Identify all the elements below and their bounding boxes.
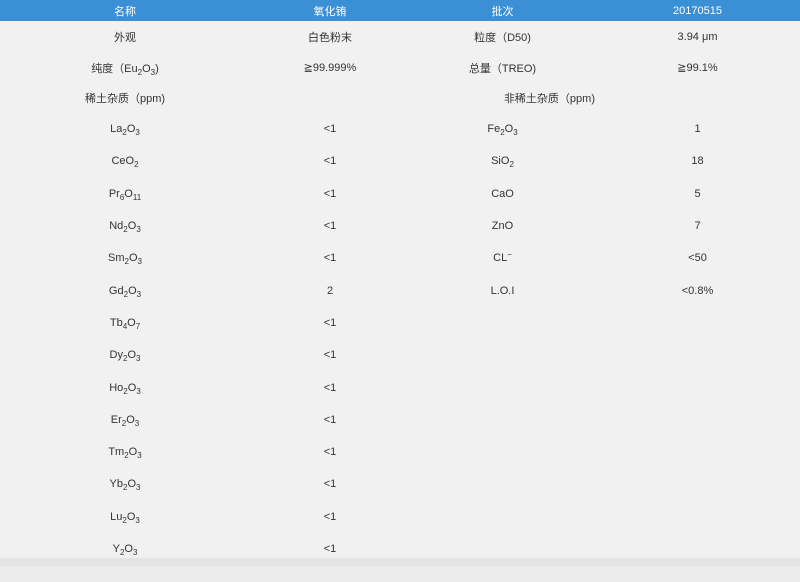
rare-earth-impurity-value: <1 (323, 381, 337, 394)
non-rare-earth-impurity-value: 5 (694, 187, 701, 200)
impurity-row: Gd2O3 2 L.O.I <0.8% (0, 274, 800, 306)
rare-earth-impurity-value: <1 (323, 155, 337, 168)
info-label: 外观 (114, 31, 136, 44)
section-titles: 稀土杂质（ppm) 非稀土杂质（ppm) (0, 83, 800, 113)
rare-earth-impurity-name: Gd2O3 (108, 284, 142, 299)
rare-earth-impurity-value: 2 (326, 284, 334, 297)
non-rare-earth-impurity-value: <0.8% (681, 284, 714, 297)
rare-earth-impurity-value: <1 (323, 316, 337, 329)
impurity-row: Pr6O11 <1 CaO 5 (0, 178, 800, 210)
footer-strip (0, 558, 800, 566)
rare-earth-impurity-name: Yb2O3 (109, 478, 141, 493)
rare-earth-impurity-value: <1 (323, 543, 337, 555)
rare-earth-impurity-name: CeO2 (111, 155, 139, 170)
impurity-row: Tm2O3 <1 (0, 436, 800, 468)
header-name-label: 名称 (114, 5, 136, 18)
rare-earth-impurity-name: Ho2O3 (109, 381, 141, 396)
header-batch-label: 批次 (491, 5, 514, 18)
rare-earth-impurity-value: <1 (323, 252, 337, 265)
info-value: 白色粉末 (308, 31, 352, 44)
rare-earth-impurity-value: <1 (323, 123, 337, 136)
info-value: 3.94 μm (677, 30, 718, 43)
impurity-row: Yb2O3 <1 (0, 468, 800, 500)
impurity-row: Sm2O3 <1 CL− <50 (0, 242, 800, 274)
impurity-row: La2O3 <1 Fe2O3 1 (0, 113, 800, 145)
rare-earth-impurity-name: Er2O3 (110, 413, 140, 428)
impurity-row: Ho2O3 <1 (0, 371, 800, 403)
rare-earth-impurity-value: <1 (323, 349, 337, 362)
rare-earth-impurity-value: <1 (323, 478, 337, 491)
rare-earth-impurity-name: Dy2O3 (109, 349, 141, 364)
non-rare-earth-impurity-value: <50 (688, 252, 707, 265)
spec-sheet: 名称 氧化铕 批次 20170515 外观 白色粉末 粒度（D50) 3.94 … (0, 0, 800, 566)
rare-earth-impurity-name: Nd2O3 (109, 220, 141, 235)
non-rare-earth-impurity-value: 18 (691, 155, 704, 168)
non-rare-earth-impurity-value: 1 (694, 123, 701, 136)
non-rare-earth-impurity-value: 7 (694, 220, 701, 233)
non-rare-earth-impurity-name: ZnO (491, 220, 514, 233)
info-row-appearance: 外观 白色粉末 粒度（D50) 3.94 μm (0, 21, 800, 52)
impurity-row: Er2O3 <1 (0, 404, 800, 436)
rare-earth-impurity-name: Y2O3 (112, 543, 138, 557)
non-rare-earth-section-title: 非稀土杂质（ppm) (503, 93, 595, 105)
rare-earth-section-title: 稀土杂质（ppm) (84, 93, 166, 105)
rare-earth-impurity-value: <1 (323, 220, 337, 233)
impurity-row: CeO2 <1 SiO2 18 (0, 145, 800, 177)
info-label: 粒度（D50) (474, 31, 531, 44)
impurity-row: Dy2O3 <1 (0, 339, 800, 371)
rare-earth-impurity-name: Tb4O7 (109, 316, 141, 331)
impurity-row: Lu2O3 <1 (0, 501, 800, 533)
impurity-row: Tb4O7 <1 (0, 307, 800, 339)
info-label: 纯度（Eu2O3) (91, 62, 159, 77)
rare-earth-impurity-name: Tm2O3 (108, 446, 142, 461)
non-rare-earth-impurity-name: CL− (493, 250, 512, 265)
rare-earth-impurity-name: Sm2O3 (108, 252, 142, 267)
info-label: 总量（TREO) (468, 62, 537, 75)
rare-earth-impurity-name: La2O3 (110, 123, 140, 138)
impurity-row: Nd2O3 <1 ZnO 7 (0, 210, 800, 242)
header-batch-number: 20170515 (673, 4, 722, 17)
rare-earth-impurity-value: <1 (323, 187, 337, 200)
non-rare-earth-impurity-name: SiO2 (491, 155, 514, 170)
rare-earth-impurity-value: <1 (323, 446, 337, 459)
info-value: ≧99.1% (677, 62, 718, 74)
non-rare-earth-impurity-name: CaO (491, 187, 514, 200)
rare-earth-impurity-value: <1 (323, 510, 337, 523)
table-header: 名称 氧化铕 批次 20170515 (0, 0, 800, 21)
info-row-purity: 纯度（Eu2O3) ≧99.999% 总量（TREO) ≧99.1% (0, 52, 800, 83)
rare-earth-impurity-value: <1 (323, 413, 337, 426)
rare-earth-impurity-name: Lu2O3 (110, 510, 140, 525)
non-rare-earth-impurity-name: Fe2O3 (487, 123, 518, 138)
header-product-name: 氧化铕 (313, 5, 347, 18)
rare-earth-impurity-name: Pr6O11 (108, 187, 142, 202)
impurity-table: La2O3 <1 Fe2O3 1 CeO2 <1 SiO2 18 Pr6O11 <1 CaO 5 Nd2… (0, 113, 800, 565)
info-value: ≧99.999% (303, 62, 357, 74)
non-rare-earth-impurity-name: L.O.I (490, 284, 515, 297)
